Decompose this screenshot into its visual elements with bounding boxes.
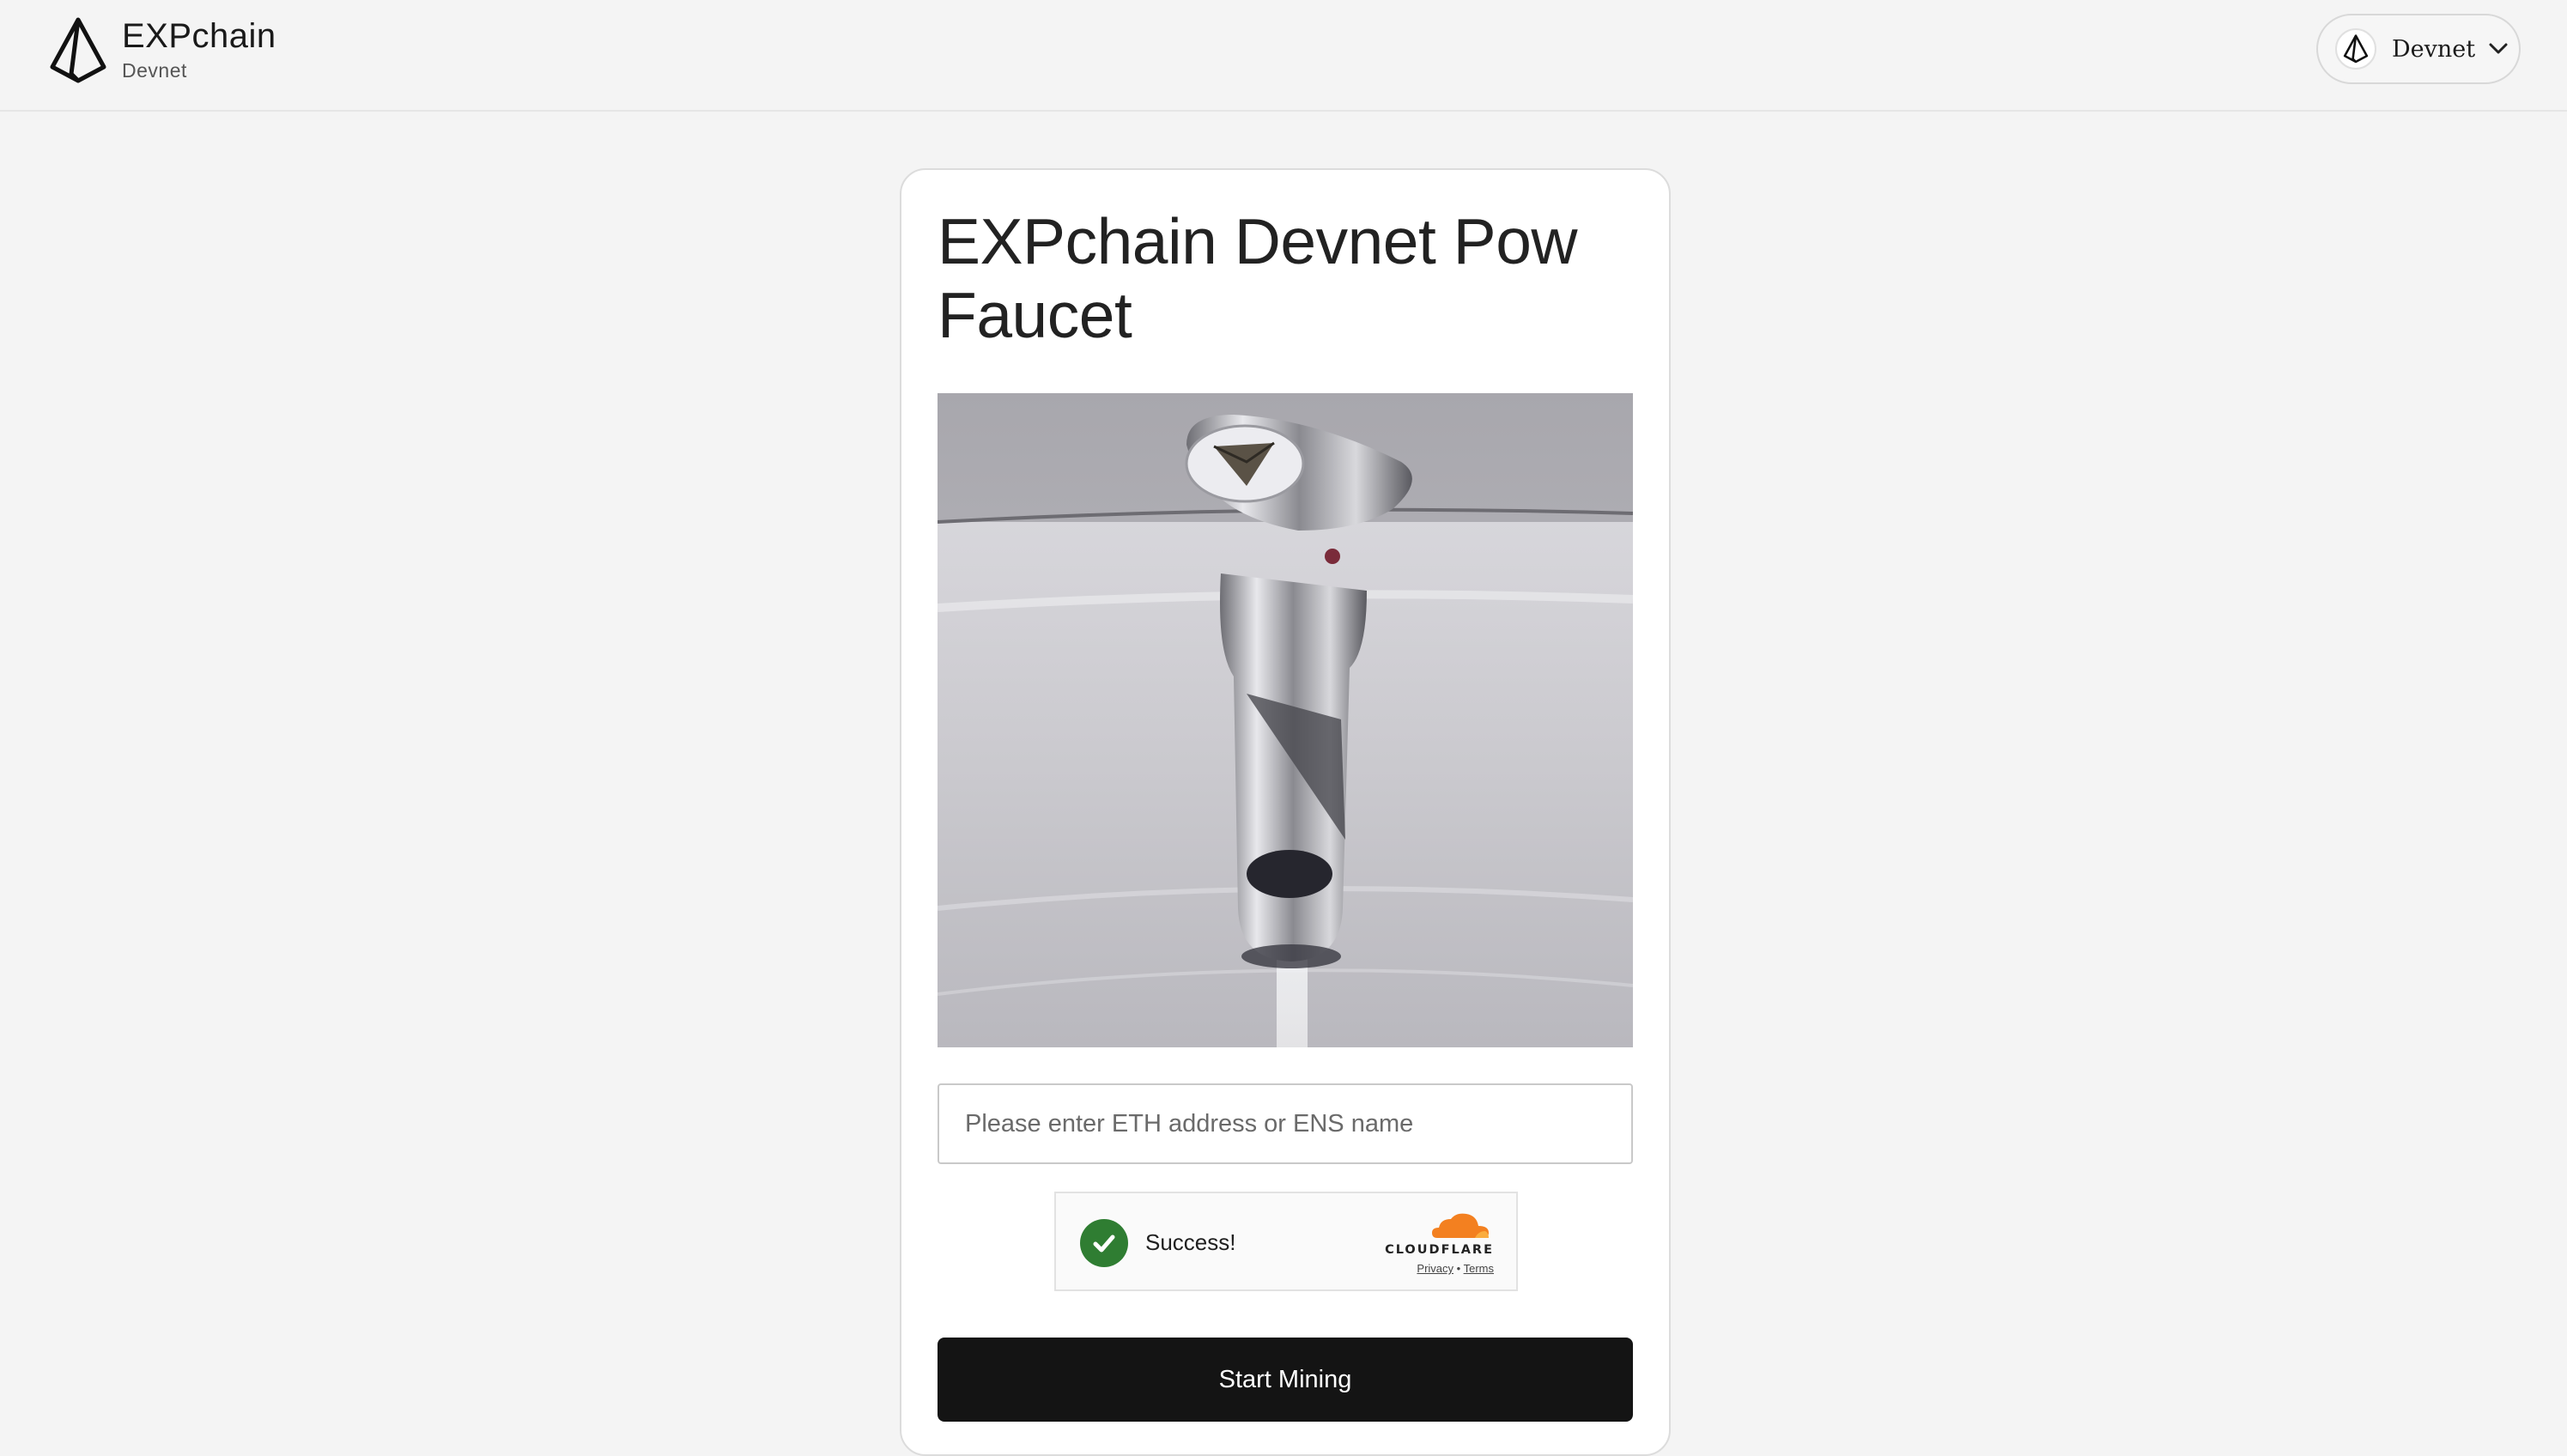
expchain-logo-icon <box>2343 34 2369 64</box>
network-selector-button[interactable]: Devnet <box>2316 14 2521 84</box>
faucet-card: EXPchain Devnet Pow Faucet Please enter … <box>900 168 1671 1456</box>
eth-address-input[interactable] <box>938 1083 1633 1164</box>
page-title: EXPchain Devnet Pow Faucet <box>938 205 1578 351</box>
faucet-illustration <box>938 393 1633 1047</box>
checkmark-icon <box>1080 1219 1128 1267</box>
brand-name: EXPchain <box>122 17 276 55</box>
cloudflare-wordmark: CLOUDFLARE <box>1385 1243 1494 1257</box>
expchain-logo-icon <box>50 17 106 83</box>
brand-text: EXPchain Devnet <box>122 15 276 82</box>
chevron-down-icon <box>2489 43 2508 54</box>
cloudflare-turnstile-widget[interactable]: Success! CLOUDFLARE Privacy • Terms <box>1054 1192 1518 1291</box>
top-header: EXPchain Devnet Devnet <box>0 0 2567 112</box>
brand[interactable]: EXPchain Devnet <box>48 15 276 84</box>
terms-link[interactable]: Terms <box>1464 1262 1494 1275</box>
cloudflare-links: Privacy • Terms <box>1417 1262 1494 1275</box>
cloudflare-cloud-icon <box>1432 1213 1489 1238</box>
brand-subtitle: Devnet <box>122 59 187 82</box>
network-selector-label: Devnet <box>2392 35 2476 63</box>
link-separator: • <box>1456 1262 1461 1275</box>
captcha-status: Success! <box>1145 1229 1236 1255</box>
start-mining-button[interactable]: Start Mining <box>938 1338 1633 1422</box>
network-logo-wrapper <box>2335 28 2376 70</box>
privacy-link[interactable]: Privacy <box>1417 1262 1453 1275</box>
cloudflare-logo: CLOUDFLARE Privacy • Terms <box>1379 1210 1494 1276</box>
faucet-image <box>938 393 1633 1047</box>
